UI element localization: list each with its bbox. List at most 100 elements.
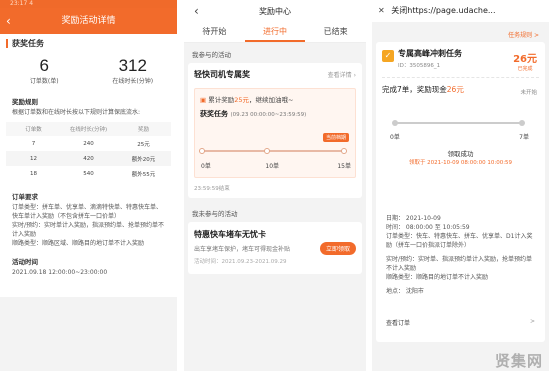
accum-suffix: ，继续加油哦~ bbox=[249, 96, 294, 104]
tick-label: 15单 bbox=[337, 163, 351, 170]
activity-time-title: 活动时间 bbox=[12, 258, 38, 266]
column-header: 在线时长(分钟) bbox=[69, 127, 108, 133]
task-name: 获奖任务 bbox=[200, 110, 228, 118]
tick-label: 0单 bbox=[390, 134, 400, 141]
task-card: 获奖任务 6 订单数(单) 312 在线时长(分钟) 奖励规则 根据订单数和在线… bbox=[0, 34, 177, 297]
reward-stamp: 26元 已完成 bbox=[513, 50, 537, 72]
table-cell: 7 bbox=[31, 140, 36, 147]
column-header: 订单数 bbox=[25, 127, 42, 133]
progress-dot bbox=[519, 120, 525, 126]
accum-prefix: 累计奖励 bbox=[208, 96, 235, 104]
view-orders-row[interactable]: 查看订单 > bbox=[386, 318, 535, 327]
rules-table: 订单数 在线时长(分钟) 奖励 7 240 25元 12 420 额外20元 1… bbox=[6, 122, 171, 181]
claim-status: 领取成功 bbox=[447, 150, 474, 158]
accum-amount: 25元 bbox=[234, 96, 250, 104]
task-info: 日期： 2021-10-09 时间： 08:00:00 至 10:05:59 订… bbox=[386, 214, 535, 296]
stats-row: 6 订单数(单) 312 在线时长(分钟) bbox=[0, 52, 177, 90]
table-cell: 额外20元 bbox=[131, 156, 156, 163]
activity-card[interactable]: 轻快司机专属奖 查看详情 › ▣ 累计奖励25元，继续加油哦~ 获奖任务 (09… bbox=[188, 63, 362, 198]
view-details-label: 查看详情 bbox=[327, 72, 352, 79]
unjoined-section-label: 我未参与的活动 bbox=[192, 210, 238, 218]
activity-time-value: 2021.09.18 12:00:00~23:00:00 bbox=[12, 269, 108, 276]
task-heading: 专属高峰冲刺任务 ID：3505896_1 bbox=[398, 48, 462, 69]
table-cell: 420 bbox=[83, 155, 94, 162]
section-bar bbox=[6, 38, 8, 48]
end-time: 23:59:59结束 bbox=[194, 186, 230, 192]
task-rules-link[interactable]: 任务规则 > bbox=[372, 22, 549, 42]
stat-value: 312 bbox=[118, 56, 147, 75]
divider bbox=[177, 0, 184, 371]
close-icon[interactable]: ✕ bbox=[378, 6, 385, 15]
webview-header: ✕ 关闭https://page.udache... bbox=[372, 0, 549, 22]
page-title: 关闭https://page.udache... bbox=[391, 6, 496, 15]
info-line: 实时/预约：实时单、指派预约单计入奖励，抢单预约单不计入奖励 bbox=[386, 256, 533, 272]
info-line: 时间： 08:00:00 至 10:05:59 bbox=[386, 224, 470, 231]
order-req-text: 订单类型：拼车单、优享单、滴滴特快单、特惠快车单、快车单计入奖励（不包含拼车一口… bbox=[12, 204, 163, 220]
claim-time: 领取于 2021-10-09 08:00:00 10:00:59 bbox=[408, 160, 513, 166]
progress-dot bbox=[392, 120, 398, 126]
task-check-icon: ✓ bbox=[382, 50, 394, 62]
done-amount: 26元 bbox=[446, 85, 464, 94]
tab-bar: 待开始 进行中 已结束 bbox=[184, 23, 366, 43]
table-row: 7 240 25元 bbox=[6, 136, 171, 151]
tick-label: 7单 bbox=[519, 134, 529, 141]
completion-text: 完成7单，奖励现金26元 bbox=[382, 84, 539, 95]
tick-label: 0单 bbox=[201, 163, 211, 170]
screenshot-collage: 23:17 4 ‹ 奖励活动详情 获奖任务 6 订单数(单) 312 在线时长(… bbox=[0, 0, 549, 371]
back-arrow-icon[interactable]: ‹ bbox=[6, 8, 11, 34]
reward-center-screen: ‹ 奖励中心 待开始 进行中 已结束 我参与的活动 轻快司机专属奖 查看详情 ›… bbox=[184, 0, 366, 371]
progress-dot bbox=[264, 148, 271, 154]
view-details-link[interactable]: 查看详情 › bbox=[328, 70, 356, 79]
table-cell: 240 bbox=[83, 140, 94, 147]
tab-ended[interactable]: 已结束 bbox=[305, 23, 366, 42]
info-line: 订单类型：快车、特惠快车、拼车、优享单、D1计入奖励（拼车一口价指派订单除外） bbox=[386, 233, 533, 249]
page-title: 奖励中心 bbox=[259, 7, 291, 16]
status-label: 未开始 bbox=[520, 90, 537, 96]
dashed-divider bbox=[382, 77, 539, 78]
activity-time: 活动时间：2021.09.23-2021.09.29 bbox=[194, 259, 287, 265]
info-line: 日期： 2021-10-09 bbox=[386, 215, 441, 222]
stat-label: 在线时长(分钟) bbox=[112, 78, 154, 85]
joined-section-label: 我参与的活动 bbox=[192, 51, 231, 59]
order-req-text: 顺路类型：顺路区域、顺路目的地订单不计入奖励 bbox=[12, 240, 145, 247]
section-title: 获奖任务 bbox=[0, 34, 177, 52]
current-period-badge: 当前档期 bbox=[322, 133, 349, 142]
rules-title: 奖励规则 bbox=[12, 98, 38, 106]
back-arrow-icon[interactable]: ‹ bbox=[194, 0, 199, 23]
stat-value: 6 bbox=[39, 56, 49, 75]
table-cell: 540 bbox=[83, 170, 94, 177]
task-title: 专属高峰冲刺任务 bbox=[398, 49, 462, 58]
reward-amount: 26元 bbox=[513, 54, 537, 65]
header: ‹ 奖励活动详情 bbox=[0, 8, 177, 34]
task-detail-webview: ✕ 关闭https://page.udache... 任务规则 > ✓ 专属高峰… bbox=[372, 0, 549, 371]
order-req-title: 订单要求 bbox=[12, 193, 38, 201]
order-req-text: 实时/预约：实时单计入奖励，指派预约单、抢单预约单不计入奖励 bbox=[12, 222, 165, 238]
table-cell: 额外55元 bbox=[131, 171, 156, 178]
info-line: 顺路类型：顺路目的地订单不计入奖励 bbox=[386, 274, 489, 281]
progress-track bbox=[392, 120, 525, 126]
activity-card[interactable]: 特惠快车堵车无忧卡 出车享堵车保护，堵车可得现金补贴 活动时间：2021.09.… bbox=[188, 222, 362, 274]
activity-title: 特惠快车堵车无忧卡 bbox=[194, 230, 266, 239]
progress-panel: ▣ 累计奖励25元，继续加油哦~ 获奖任务 (09.23 00:00:00~23… bbox=[194, 88, 356, 178]
claim-button[interactable]: 立即领取 bbox=[319, 242, 356, 255]
stat-label: 订单数(单) bbox=[29, 78, 59, 85]
chevron-right-icon: › bbox=[353, 72, 356, 79]
tab-upcoming[interactable]: 待开始 bbox=[184, 23, 245, 42]
tab-in-progress[interactable]: 进行中 bbox=[244, 23, 306, 42]
reward-status: 已完成 bbox=[517, 66, 533, 72]
task-time: (09.23 00:00:00~23:59:59) bbox=[230, 112, 307, 118]
task-id: ID：3505896_1 bbox=[398, 63, 441, 69]
table-cell: 25元 bbox=[137, 141, 150, 148]
section-title-text: 获奖任务 bbox=[12, 38, 44, 48]
stat-orders: 6 订单数(单) bbox=[0, 56, 89, 90]
table-cell: 12 bbox=[30, 155, 37, 162]
reward-detail-screen: 23:17 4 ‹ 奖励活动详情 获奖任务 6 订单数(单) 312 在线时长(… bbox=[0, 0, 177, 371]
accumulated-reward: ▣ 累计奖励25元，继续加油哦~ bbox=[200, 94, 350, 104]
column-header: 奖励 bbox=[137, 127, 149, 133]
progress-dot bbox=[199, 148, 205, 154]
gift-icon: ▣ bbox=[200, 96, 207, 104]
progress-track bbox=[199, 148, 347, 154]
header: ‹ 奖励中心 bbox=[184, 0, 366, 23]
page-title: 奖励活动详情 bbox=[61, 16, 116, 26]
tick-label: 10单 bbox=[265, 163, 280, 170]
